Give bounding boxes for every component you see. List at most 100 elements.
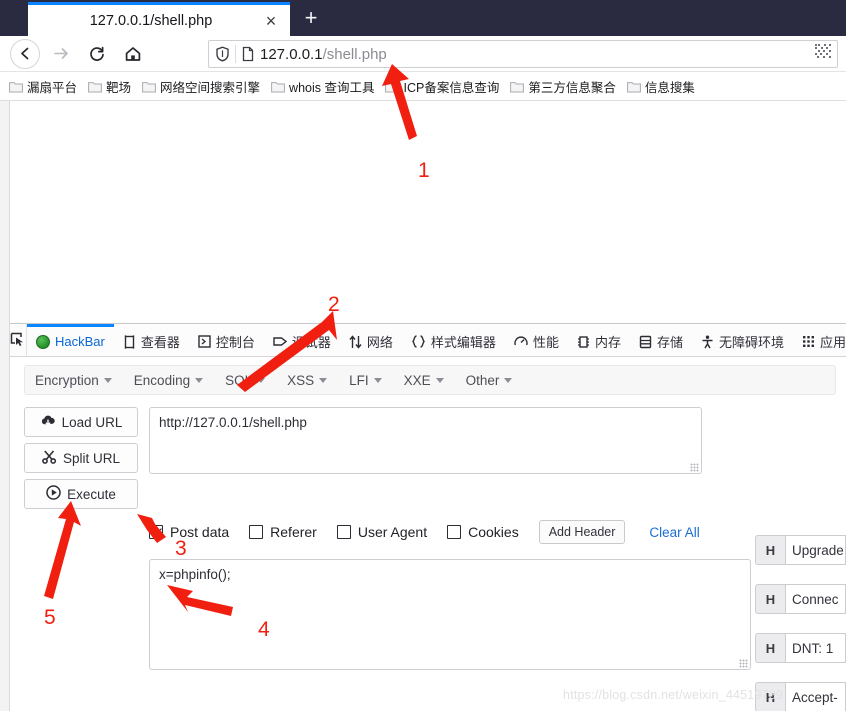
option-label: Referer (270, 524, 317, 540)
resize-handle[interactable] (739, 659, 748, 668)
menu-label: Encryption (35, 372, 99, 388)
tab-memory[interactable]: 内存 (568, 324, 630, 356)
option-label: Cookies (468, 524, 519, 540)
chevron-down-icon (195, 377, 204, 383)
header-badge: H (755, 633, 786, 663)
checkbox-cookies[interactable] (447, 525, 462, 539)
tab-performance[interactable]: 性能 (505, 324, 568, 356)
post-data-textarea[interactable]: x=phpinfo(); (149, 559, 751, 670)
url-text: 127.0.0.1/shell.php (260, 46, 387, 63)
bookmark-label: 第三方信息聚合 (528, 81, 616, 95)
tab-network[interactable]: 网络 (340, 324, 402, 356)
style-editor-icon (411, 335, 426, 348)
bookmark-item[interactable]: 靶场 (88, 77, 131, 96)
devtools-tab-label: 调试器 (291, 335, 331, 350)
header-value[interactable]: Upgrade (786, 535, 846, 565)
load-url-button[interactable]: Load URL (24, 407, 138, 437)
address-bar[interactable]: 127.0.0.1/shell.php (208, 40, 838, 68)
devtools-tab-label: 内存 (594, 335, 621, 350)
devtools-tab-label: 无障碍环境 (718, 335, 784, 350)
header-row[interactable]: H DNT: 1 (755, 633, 846, 663)
bookmark-label: 漏扇平台 (27, 81, 78, 95)
checkbox-post-data[interactable] (149, 525, 163, 539)
header-row[interactable]: H Upgrade (755, 535, 846, 565)
element-picker-icon[interactable] (10, 324, 27, 356)
menu-lfi[interactable]: LFI (349, 373, 382, 388)
chevron-down-icon (504, 377, 513, 383)
tab-accessibility[interactable]: 无障碍环境 (692, 324, 793, 356)
home-icon[interactable] (118, 39, 148, 69)
resize-handle[interactable] (690, 463, 699, 472)
scissors-icon (42, 449, 57, 467)
url-path: /shell.php (322, 45, 387, 63)
back-icon[interactable] (10, 38, 40, 69)
menu-label: SQL (225, 372, 253, 388)
menu-encoding[interactable]: Encoding (134, 373, 204, 388)
memory-icon (577, 335, 590, 349)
browser-tab[interactable]: 127.0.0.1/shell.php × (28, 2, 290, 36)
performance-icon (514, 335, 528, 349)
qr-code-icon[interactable] (815, 43, 831, 65)
menu-encryption[interactable]: Encryption (35, 373, 112, 388)
bookmark-item[interactable]: 信息搜集 (626, 77, 695, 96)
option-post-data[interactable]: Post data (149, 524, 229, 540)
devtools-tab-label: 样式编辑器 (430, 335, 496, 350)
bottom-edge (0, 711, 846, 715)
tab-application[interactable]: 应用 (793, 324, 846, 356)
browser-window: 127.0.0.1/shell.php × + 127.0.0.1/shell.… (0, 0, 846, 715)
shield-icon[interactable] (209, 46, 235, 62)
tab-inspector[interactable]: 查看器 (114, 324, 189, 356)
folder-icon (9, 81, 23, 93)
bookmark-item[interactable]: 网络空间搜索引擎 (142, 77, 260, 96)
menu-xss[interactable]: XSS (287, 372, 328, 388)
page-viewport (10, 101, 846, 323)
annotation-2: 2 (328, 293, 340, 316)
tab-hackbar[interactable]: HackBar (27, 324, 114, 356)
chevron-down-icon (103, 377, 112, 383)
menu-sql[interactable]: SQL (225, 372, 266, 388)
headers-panel: H Upgrade H Connec H DNT: 1 H Accept- (755, 535, 846, 712)
header-row[interactable]: H Connec (755, 584, 846, 614)
header-value[interactable]: Accept- (786, 682, 846, 712)
reload-icon[interactable] (82, 39, 112, 69)
menu-other[interactable]: Other (466, 373, 513, 388)
tab-storage[interactable]: 存储 (630, 324, 692, 356)
network-icon (349, 334, 362, 349)
menu-xxe[interactable]: XXE (404, 373, 444, 388)
close-icon[interactable]: × (256, 6, 286, 36)
header-value[interactable]: Connec (786, 584, 846, 614)
url-textarea[interactable]: http://127.0.0.1/shell.php (149, 407, 702, 474)
devtools-tab-label: 性能 (532, 335, 559, 350)
header-value[interactable]: DNT: 1 (786, 633, 846, 663)
bookmark-item[interactable]: 漏扇平台 (9, 77, 77, 96)
clear-all-link[interactable]: Clear All (649, 525, 699, 540)
menu-label: XXE (403, 372, 431, 388)
url-host: 127.0.0.1 (260, 45, 323, 63)
split-url-button[interactable]: Split URL (24, 443, 138, 473)
application-icon (802, 335, 815, 348)
bookmark-item[interactable]: 第三方信息聚合 (510, 77, 616, 96)
new-tab-button[interactable]: + (296, 4, 326, 34)
tab-style-editor[interactable]: 样式编辑器 (402, 324, 505, 356)
execute-label: Execute (67, 486, 116, 502)
option-referer[interactable]: Referer (249, 524, 317, 540)
tab-console[interactable]: 控制台 (189, 324, 264, 356)
tab-debugger[interactable]: 调试器 (264, 324, 340, 356)
folder-icon (510, 81, 525, 93)
bookmark-item[interactable]: whois 查询工具 (271, 77, 374, 96)
bookmark-label: ICP备案信息查询 (403, 81, 500, 95)
checkbox-user-agent[interactable] (336, 525, 351, 539)
execute-button[interactable]: Execute (24, 479, 138, 509)
tab-strip: 127.0.0.1/shell.php × + (0, 0, 846, 36)
console-icon (198, 335, 211, 348)
devtools-tab-label: 存储 (656, 335, 683, 350)
add-header-button[interactable]: Add Header (538, 520, 626, 544)
devtools-tab-label: HackBar (55, 334, 105, 349)
bookmark-item[interactable]: ICP备案信息查询 (385, 77, 499, 96)
option-user-agent[interactable]: User Agent (336, 524, 428, 540)
folder-icon (142, 81, 156, 93)
menu-label: XSS (287, 372, 315, 388)
checkbox-referer[interactable] (249, 525, 264, 539)
option-label: User Agent (357, 524, 428, 540)
option-cookies[interactable]: Cookies (447, 524, 519, 540)
